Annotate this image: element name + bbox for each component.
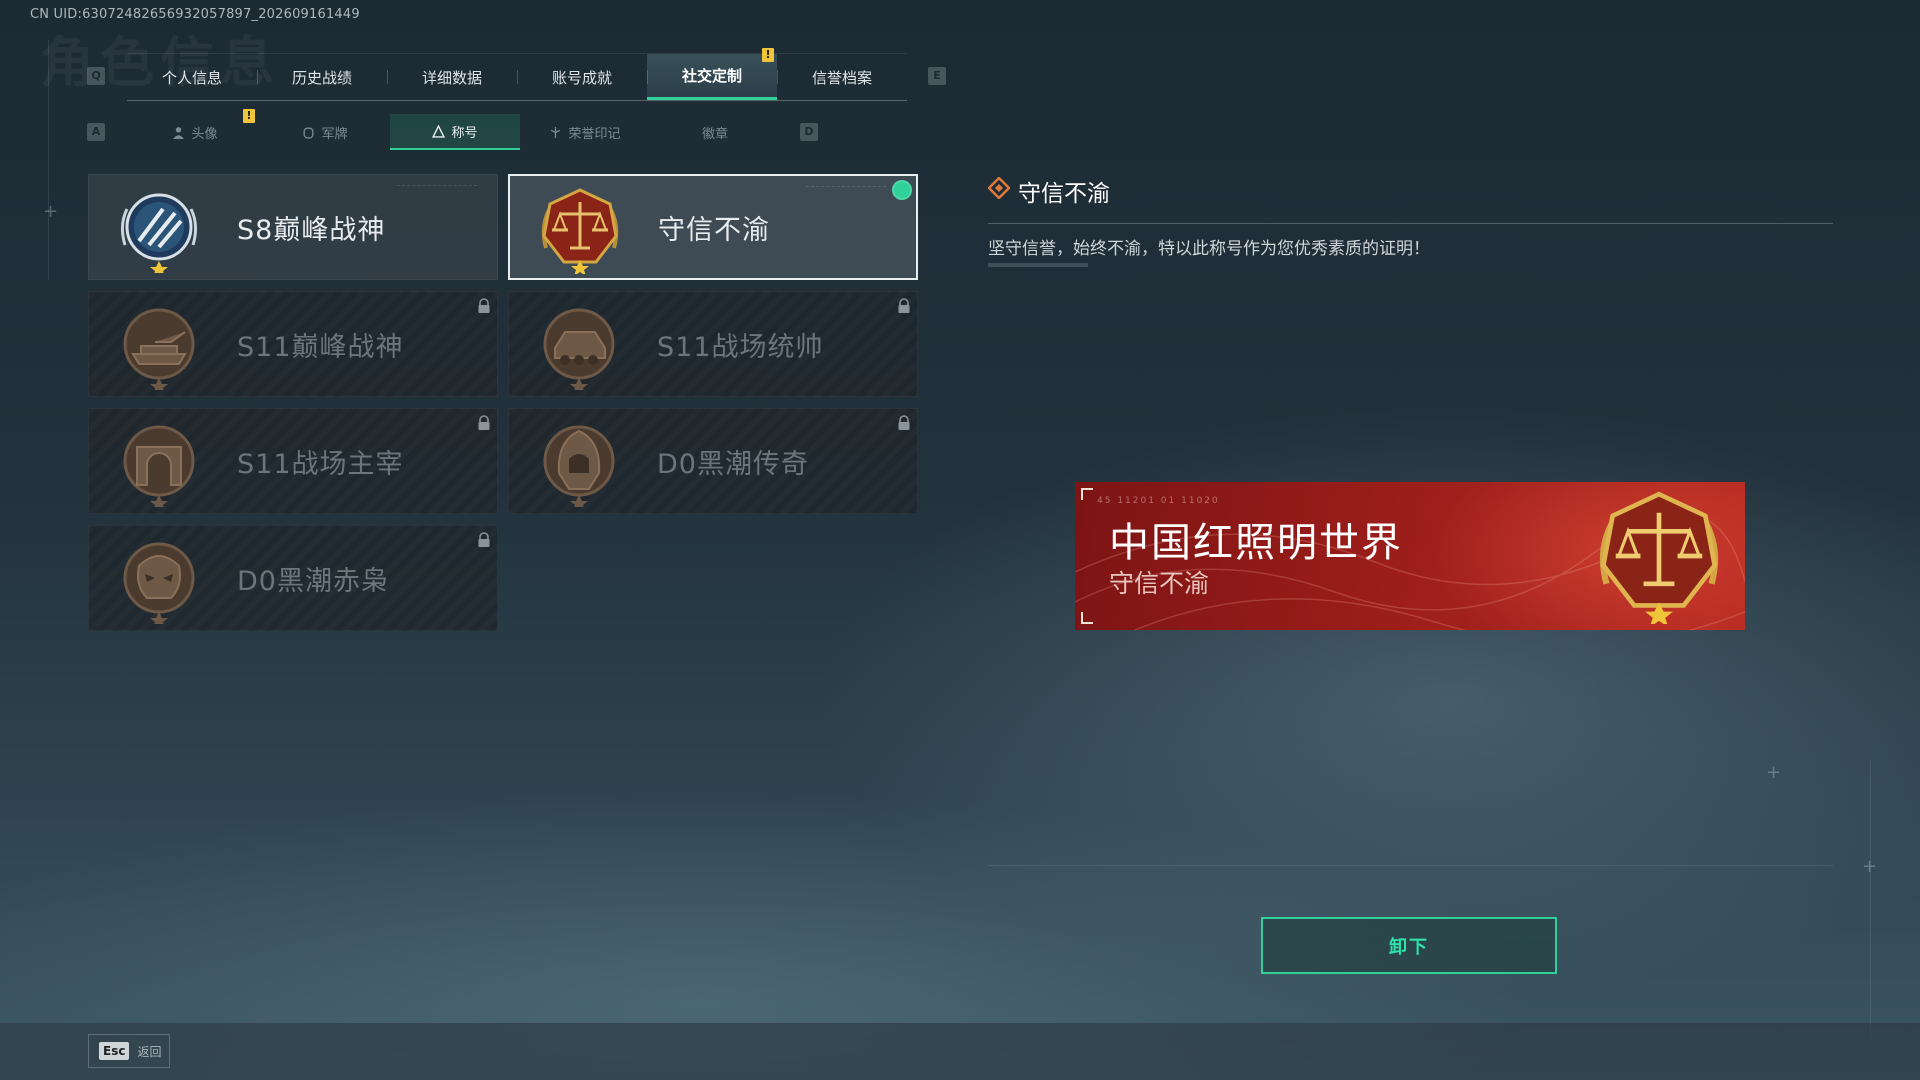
sub-tab-bar: 头像 军牌 称号 荣誉印记 徽章 xyxy=(130,114,780,150)
person-icon xyxy=(173,126,185,139)
banner-main-text: 中国红照明世界 xyxy=(1109,520,1403,566)
title-card-s8-peak-god[interactable]: S8巅峰战神 xyxy=(88,174,498,280)
tab-history[interactable]: 历史战绩 xyxy=(257,54,387,100)
back-label: 返回 xyxy=(137,1044,162,1059)
next-tab-key[interactable]: E xyxy=(928,67,946,85)
title-label: S11战场主宰 xyxy=(237,448,404,480)
title-card-keep-faith[interactable]: 守信不渝 xyxy=(508,174,918,280)
tab-label: 信誉档案 xyxy=(811,68,872,87)
banner-code: 45 11201 01 11020 xyxy=(1097,496,1220,506)
tab-label: 账号成就 xyxy=(551,68,612,87)
subtab-label: 头像 xyxy=(191,126,218,142)
lock-icon xyxy=(478,298,490,313)
subtab-label: 军牌 xyxy=(321,126,348,142)
back-button[interactable]: Esc 返回 xyxy=(88,1034,170,1068)
tab-label: 历史战绩 xyxy=(291,68,352,87)
skull-emblem-icon xyxy=(123,542,195,624)
prev-subtab-key[interactable]: A xyxy=(87,123,105,141)
main-tab-bar: 个人信息 历史战绩 详细数据 账号成就 社交定制 信誉档案 xyxy=(127,53,907,101)
frame-line xyxy=(988,865,1833,866)
apc-emblem-icon xyxy=(543,308,615,390)
banner-corner xyxy=(1081,612,1093,624)
tank-emblem-icon xyxy=(123,308,195,390)
tab-achievements[interactable]: 账号成就 xyxy=(517,54,647,100)
subtab-title[interactable]: 称号 xyxy=(390,114,520,150)
detail-description: 坚守信誉，始终不渝，特以此称号作为您优秀素质的证明！ xyxy=(988,239,1430,259)
footer-bar xyxy=(0,1023,1920,1080)
detail-deco-bar xyxy=(988,263,1088,267)
subtab-honor-mark[interactable]: 荣誉印记 xyxy=(520,114,650,150)
card-deco-line xyxy=(397,185,477,189)
dogtag-icon xyxy=(304,127,314,139)
tab-personal-info[interactable]: 个人信息 xyxy=(127,54,257,100)
title-card-s11-peak-god[interactable]: S11巅峰战神 xyxy=(88,291,498,397)
subtab-dogtag[interactable]: 军牌 xyxy=(260,114,390,150)
lock-icon xyxy=(898,415,910,430)
frame-line xyxy=(48,40,49,280)
subtab-label: 称号 xyxy=(451,125,478,141)
title-card-s11-dominator[interactable]: S11战场主宰 xyxy=(88,408,498,514)
scales-emblem-icon xyxy=(541,188,619,274)
subtab-label: 徽章 xyxy=(701,126,728,142)
subtab-label: 荣誉印记 xyxy=(568,126,621,142)
unequip-button[interactable]: 卸下 xyxy=(1261,917,1557,974)
banner-sub-text: 守信不渝 xyxy=(1109,569,1210,598)
tab-detailed-data[interactable]: 详细数据 xyxy=(387,54,517,100)
tab-label: 社交定制 xyxy=(681,67,742,85)
next-subtab-key[interactable]: D xyxy=(800,123,818,141)
title-label: S8巅峰战神 xyxy=(237,214,386,246)
diamond-icon xyxy=(988,177,1010,199)
esc-key: Esc xyxy=(99,1042,130,1060)
hooded-emblem-icon xyxy=(543,425,615,507)
title-card-d0-black-tide-owl[interactable]: D0黑潮赤枭 xyxy=(88,525,498,631)
title-card-d0-black-tide-legend[interactable]: D0黑潮传奇 xyxy=(508,408,918,514)
subtab-avatar[interactable]: 头像 xyxy=(130,114,260,150)
tab-label: 详细数据 xyxy=(421,68,482,87)
card-deco-line xyxy=(806,186,886,190)
frame-line xyxy=(1870,760,1871,1040)
lock-icon xyxy=(478,532,490,547)
lock-icon xyxy=(478,415,490,430)
title-label: 守信不渝 xyxy=(658,214,770,246)
banner-corner xyxy=(1081,488,1093,500)
title-label: D0黑潮传奇 xyxy=(657,448,809,480)
tab-social-custom[interactable]: 社交定制 xyxy=(647,54,777,100)
honor-icon xyxy=(551,126,561,138)
notification-badge: ! xyxy=(762,48,774,62)
notification-badge: ! xyxy=(243,109,255,123)
tab-credit-file[interactable]: 信誉档案 xyxy=(777,54,907,100)
title-label: S11战场统帅 xyxy=(657,331,824,363)
tab-label: 个人信息 xyxy=(161,68,222,87)
prev-tab-key[interactable]: Q xyxy=(87,67,105,85)
lock-icon xyxy=(898,298,910,313)
title-card-s11-commander[interactable]: S11战场统帅 xyxy=(508,291,918,397)
crosshair-icon: + xyxy=(1862,856,1878,877)
title-label: S11巅峰战神 xyxy=(237,331,404,363)
scales-emblem-icon xyxy=(1599,491,1719,624)
crosshair-icon: + xyxy=(43,201,59,222)
detail-title-name: 守信不渝 xyxy=(1018,181,1110,207)
triangle-icon xyxy=(432,124,446,138)
arch-emblem-icon xyxy=(123,425,195,507)
equipped-indicator xyxy=(892,180,912,200)
crosshair-icon: + xyxy=(1766,762,1782,783)
s8-emblem-icon xyxy=(120,193,198,273)
subtab-badge[interactable]: 徽章 xyxy=(650,114,780,150)
title-label: D0黑潮赤枭 xyxy=(237,565,389,597)
title-banner-preview: 45 11201 01 11020 中国红照明世界 守信不渝 xyxy=(1075,482,1745,630)
divider xyxy=(988,223,1833,224)
